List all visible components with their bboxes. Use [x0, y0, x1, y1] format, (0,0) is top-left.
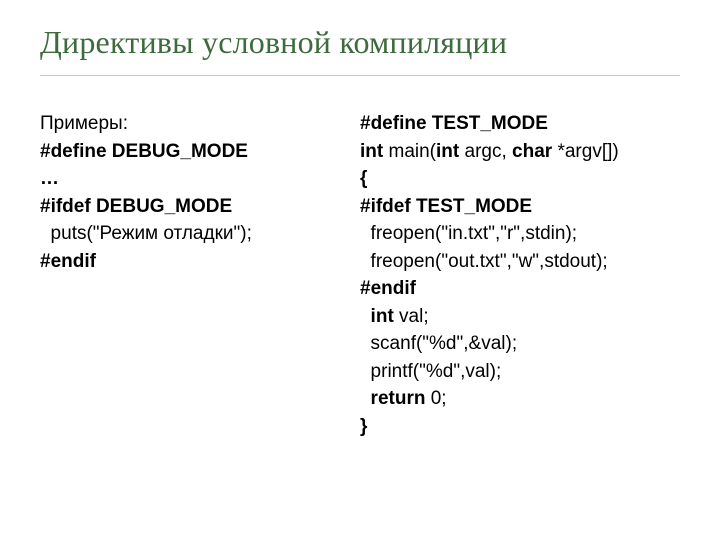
code-token: #define TEST_MODE [360, 113, 548, 134]
code-line: #ifdef TEST_MODE [360, 193, 680, 221]
code-token: return [360, 388, 425, 409]
code-line: printf("%d",val); [360, 358, 680, 386]
code-line: return 0; [360, 385, 680, 413]
code-line: #endif [360, 275, 680, 303]
code-token: val; [394, 306, 429, 327]
code-line: #ifdef DEBUG_MODE [40, 193, 340, 221]
code-token: *argv[]) [552, 141, 619, 162]
slide: Директивы условной компиляции Примеры: #… [0, 0, 720, 540]
code-line: puts("Режим отладки"); [40, 220, 340, 248]
right-column: #define TEST_MODE int main(int argc, cha… [360, 110, 680, 441]
columns: Примеры: #define DEBUG_MODE … #ifdef DEB… [40, 110, 680, 441]
code-line: freopen("out.txt","w",stdout); [360, 248, 680, 276]
code-line: #endif [40, 248, 340, 276]
code-token: int [360, 141, 383, 162]
code-line: int val; [360, 303, 680, 331]
code-token: int [360, 306, 394, 327]
code-line: scanf("%d",&val); [360, 330, 680, 358]
code-token: int [436, 141, 459, 162]
code-token: char [512, 141, 552, 162]
page-title: Директивы условной компиляции [40, 24, 680, 76]
code-line: } [360, 413, 680, 441]
code-line: … [40, 165, 340, 193]
left-column: Примеры: #define DEBUG_MODE … #ifdef DEB… [40, 110, 340, 441]
code-line: freopen("in.txt","r",stdin); [360, 220, 680, 248]
code-line: #define TEST_MODE [360, 110, 680, 138]
text-line: Примеры: [40, 110, 340, 138]
code-line: #define DEBUG_MODE [40, 138, 340, 166]
code-token: 0; [425, 388, 446, 409]
code-token: argc, [459, 141, 512, 162]
code-line: int main(int argc, char *argv[]) [360, 138, 680, 166]
code-token: main( [383, 141, 436, 162]
code-line: { [360, 165, 680, 193]
